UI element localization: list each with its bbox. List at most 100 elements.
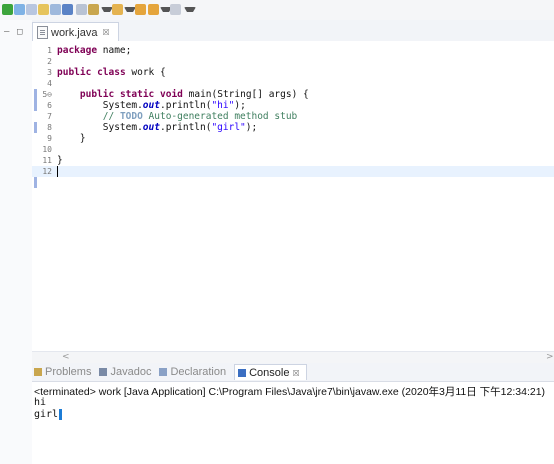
console-pane: Problems Javadoc Declaration Console ☒ <term…: [32, 363, 554, 464]
save-icon[interactable]: [62, 4, 73, 15]
code-token: }: [57, 155, 63, 166]
code-line[interactable]: 4: [32, 78, 554, 89]
code-line[interactable]: 2: [32, 56, 554, 67]
tab-label: Problems: [45, 366, 92, 378]
code-line[interactable]: 12: [32, 166, 554, 177]
sort-icon[interactable]: [88, 4, 99, 15]
tab-console[interactable]: Console ☒: [234, 364, 307, 380]
code-text: }: [57, 155, 63, 166]
line-number: 5⊖: [42, 90, 52, 99]
back-icon[interactable]: [135, 4, 146, 15]
console-status-header: <terminated> work [Java Application] C:\…: [34, 386, 546, 398]
code-editor[interactable]: 1 package name; 2 3 public class work {4 5⊖ p…: [32, 41, 554, 351]
problems-icon: [34, 368, 42, 376]
minimize-button[interactable]: —: [4, 27, 9, 37]
run-icon[interactable]: [2, 4, 13, 15]
code-token: Auto-generated method stub: [142, 111, 298, 122]
marker-icon[interactable]: [112, 4, 123, 15]
code-token: main(String[] args) {: [182, 89, 309, 100]
code-line[interactable]: 9 }: [32, 133, 554, 144]
views-tab-bar: Problems Javadoc Declaration Console ☒: [32, 363, 554, 382]
code-line[interactable]: 8 System.out.println("girl");: [32, 122, 554, 133]
tab-label: Javadoc: [110, 366, 152, 378]
code-line[interactable]: 11}: [32, 155, 554, 166]
code-token: System.: [57, 100, 143, 111]
scroll-left-arrow[interactable]: <: [62, 352, 70, 362]
new-icon[interactable]: [38, 4, 49, 15]
code-text: // TODO Auto-generated method stub: [57, 111, 298, 122]
code-token: TODO: [119, 111, 143, 122]
code-text: }: [57, 133, 86, 144]
maximize-button[interactable]: □: [17, 27, 22, 37]
editor-tab-bar: work.java ☒: [32, 20, 554, 42]
console-line: hi: [34, 397, 47, 408]
line-number: 2: [47, 57, 52, 66]
line-number: 12: [42, 167, 52, 176]
pen-icon[interactable]: [76, 4, 87, 15]
forward-icon[interactable]: [148, 4, 159, 15]
line-number: 3: [47, 68, 52, 77]
code-token: .println(: [159, 122, 212, 133]
tab-problems[interactable]: Problems: [34, 366, 91, 378]
code-token: System.: [57, 122, 143, 133]
line-number: 10: [42, 145, 52, 154]
nav-arrow-icon[interactable]: [170, 4, 181, 15]
search-icon[interactable]: [26, 4, 37, 15]
tab-label: Declaration: [170, 366, 227, 378]
line-number: 1: [47, 46, 52, 55]
close-icon[interactable]: ☒: [292, 369, 299, 378]
open-icon[interactable]: [50, 4, 61, 15]
code-text: public class work {: [57, 67, 166, 78]
code-token: package: [57, 45, 98, 56]
text-caret: [57, 166, 58, 177]
code-line[interactable]: 7 // TODO Auto-generated method stub: [32, 111, 554, 122]
scroll-right-arrow[interactable]: >: [546, 352, 554, 362]
code-line[interactable]: 5⊖ public static void main(String[] args…: [32, 89, 554, 100]
line-number: 9: [47, 134, 52, 143]
tab-label: Console: [249, 367, 290, 379]
code-line[interactable]: 3 public class work {: [32, 67, 554, 78]
left-trim-stack: — □: [0, 20, 33, 464]
close-icon[interactable]: ☒: [102, 28, 109, 37]
code-text: System.out.println("hi");: [57, 100, 246, 111]
code-token: }: [57, 133, 86, 144]
code-line[interactable]: 1 package name;: [32, 45, 554, 56]
debug-icon[interactable]: [14, 4, 25, 15]
code-token: public: [57, 67, 92, 78]
code-text: System.out.println("girl");: [57, 122, 257, 133]
code-token: name;: [97, 45, 132, 56]
line-number: 6: [47, 101, 52, 110]
text-caret: [59, 409, 63, 420]
code-token: );: [234, 100, 246, 111]
code-token: public: [79, 89, 115, 100]
main-toolbar: [0, 0, 554, 21]
code-token: "girl": [211, 122, 246, 133]
dropdown-icon[interactable]: [184, 7, 196, 12]
line-number: 4: [47, 79, 52, 88]
line-number: 8: [47, 123, 52, 132]
tab-label: work.java: [51, 26, 98, 39]
tab-javadoc[interactable]: Javadoc: [99, 366, 151, 378]
code-token: .println(: [159, 100, 212, 111]
console-line: girl: [34, 409, 59, 420]
code-text: package name;: [57, 45, 131, 56]
code-token: "hi": [211, 100, 235, 111]
declaration-icon: [159, 368, 168, 376]
code-line[interactable]: 10: [32, 144, 554, 155]
tab-work-java[interactable]: work.java ☒: [32, 22, 119, 42]
java-file-icon: [37, 26, 48, 39]
code-token: static: [119, 89, 155, 100]
code-text: public static void main(String[] args) {: [57, 89, 309, 100]
code-token: out: [142, 100, 160, 111]
code-token: void: [160, 89, 183, 100]
line-number: 7: [47, 112, 52, 121]
code-token: //: [102, 111, 120, 122]
tab-declaration[interactable]: Declaration: [159, 366, 226, 378]
console-icon: [238, 369, 247, 377]
code-line[interactable]: 6 System.out.println("hi");: [32, 100, 554, 111]
line-number: 11: [42, 156, 52, 165]
code-token: class: [97, 67, 126, 78]
code-token: work {: [125, 67, 166, 78]
code-token: out: [142, 122, 160, 133]
